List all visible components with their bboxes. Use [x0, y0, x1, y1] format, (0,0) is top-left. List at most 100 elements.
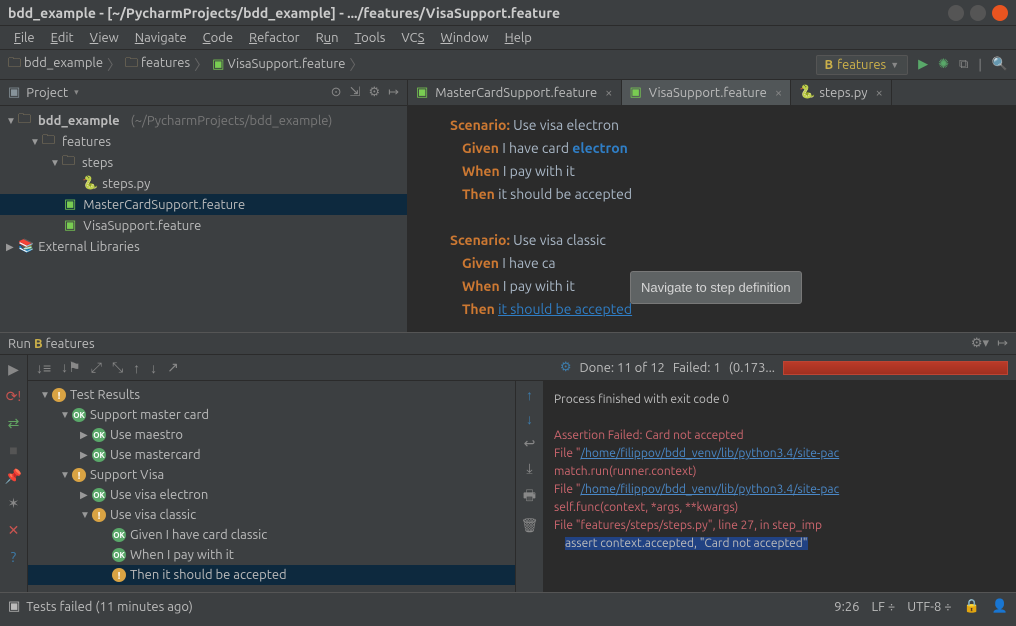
collapse-icon[interactable]: ⇲: [350, 85, 361, 100]
prev-icon[interactable]: ↑: [133, 360, 140, 376]
collapse-icon[interactable]: ⤡: [112, 359, 123, 376]
hide-icon[interactable]: ↦: [997, 336, 1008, 351]
close-button[interactable]: ✕: [8, 522, 20, 539]
coverage-button[interactable]: ⧉: [959, 57, 968, 72]
toggle-autotest-button[interactable]: ⇄: [8, 415, 20, 432]
ok-icon: OK: [72, 408, 86, 422]
menu-edit[interactable]: Edit: [45, 29, 80, 47]
test-suite-mc[interactable]: ▼OKSupport master card: [28, 405, 515, 425]
clear-icon[interactable]: 🗑: [521, 517, 539, 534]
line-separator[interactable]: LF ÷: [871, 600, 895, 614]
run-button[interactable]: ▶: [918, 57, 928, 72]
test-v1[interactable]: ▶OKUse visa electron: [28, 485, 515, 505]
bc-features[interactable]: 🗀features: [125, 54, 190, 76]
feature-icon: ▣: [630, 85, 642, 100]
file-link[interactable]: /home/filippov/bdd_venv/lib/python3.4/si…: [581, 447, 840, 460]
tab-mastercard[interactable]: ▣MasterCardSupport.feature×: [408, 80, 622, 105]
run-config-dropdown[interactable]: B features ▼: [816, 55, 909, 75]
rerun-failed-button[interactable]: ⟳!: [6, 388, 22, 405]
menu-file[interactable]: File: [8, 29, 41, 47]
test-mc1[interactable]: ▶OKUse maestro: [28, 425, 515, 445]
expand-icon[interactable]: ⤢: [91, 359, 102, 376]
feature-icon: ▣: [64, 218, 76, 233]
help-button[interactable]: ?: [11, 549, 16, 565]
gear-icon[interactable]: ⚙▾: [971, 336, 989, 351]
folder-icon: 🗀: [18, 110, 31, 132]
filter-icon[interactable]: ↓⚑: [61, 359, 81, 376]
menu-navigate[interactable]: Navigate: [129, 29, 193, 47]
tab-visa[interactable]: ▣VisaSupport.feature×: [622, 80, 792, 105]
ok-icon: OK: [92, 488, 106, 502]
sort-icon[interactable]: ↓≡: [36, 360, 51, 376]
menu-vcs[interactable]: VCS: [395, 29, 430, 47]
status-message: ▣ Tests failed (11 minutes ago): [8, 599, 834, 614]
tree-mastercard[interactable]: ▣MasterCardSupport.feature: [0, 194, 407, 215]
menu-code[interactable]: Code: [197, 29, 239, 47]
bc-file[interactable]: ▣VisaSupport.feature: [212, 57, 345, 72]
rerun-button[interactable]: ▶: [8, 361, 19, 378]
tree-steps[interactable]: ▼ 🗀steps: [0, 152, 407, 173]
next-icon[interactable]: ↓: [150, 360, 157, 376]
file-link[interactable]: /home/filippov/bdd_venv/lib/python3.4/si…: [581, 483, 840, 496]
stop-button[interactable]: ■: [9, 442, 17, 458]
chevron-down-icon: ▼: [6, 115, 18, 127]
test-suite-visa[interactable]: ▼!Support Visa: [28, 465, 515, 485]
run-body: ▶ ⟳! ⇄ ■ 📌 ✶ ✕ ? ↓≡ ↓⚑ ⤢ ⤡ ↑ ↓ ↗ ⚙ Done:…: [0, 355, 1016, 592]
editor-tabs: ▣MasterCardSupport.feature× ▣VisaSupport…: [408, 80, 1016, 106]
menu-tools[interactable]: Tools: [349, 29, 392, 47]
scroll-icon[interactable]: ⤓: [526, 460, 532, 477]
menu-refactor[interactable]: Refactor: [243, 29, 306, 47]
up-icon[interactable]: ↑: [526, 387, 533, 403]
test-step-3[interactable]: !Then it should be accepted: [28, 565, 515, 585]
settings-button[interactable]: ✶: [8, 495, 20, 512]
menu-window[interactable]: Window: [434, 29, 494, 47]
test-step-1[interactable]: OKGiven I have card classic: [28, 525, 515, 545]
test-step-2[interactable]: OKWhen I pay with it: [28, 545, 515, 565]
run-config-label: features: [837, 58, 886, 72]
debug-button[interactable]: ✺: [938, 57, 949, 72]
step-link[interactable]: it should be accepted: [498, 301, 632, 317]
down-icon[interactable]: ↓: [526, 411, 533, 427]
tree-root[interactable]: ▼ 🗀bdd_example (~/PycharmProjects/bdd_ex…: [0, 110, 407, 131]
hector-icon[interactable]: 👤: [992, 599, 1008, 614]
tab-steps[interactable]: 🐍steps.py×: [791, 80, 892, 105]
menu-run[interactable]: Run: [310, 29, 345, 47]
maximize-button[interactable]: [970, 5, 986, 21]
encoding[interactable]: UTF-8 ÷: [907, 600, 951, 614]
toolbar-right: ▶ ✺ ⧉ | 🔍: [908, 57, 1008, 72]
main-area: ▣ Project ▾ ⊙ ⇲ ⚙ ↦ ▼ 🗀bdd_example (~/Py…: [0, 80, 1016, 332]
tree-ext-libs[interactable]: ▶ 📚External Libraries: [0, 236, 407, 257]
tree-features[interactable]: ▼ 🗀features: [0, 131, 407, 152]
close-button[interactable]: [992, 5, 1008, 21]
lock-icon[interactable]: 🔒: [964, 599, 980, 614]
code-area[interactable]: Scenario: Use visa electron Given I have…: [408, 106, 1016, 332]
test-root[interactable]: ▼!Test Results: [28, 385, 515, 405]
close-icon[interactable]: ×: [775, 86, 782, 100]
search-button[interactable]: 🔍: [992, 57, 1008, 72]
close-icon[interactable]: ×: [876, 86, 883, 100]
print-icon[interactable]: 🖶: [523, 485, 536, 509]
bc-root[interactable]: 🗀bdd_example: [8, 54, 103, 76]
export-icon[interactable]: ↗: [167, 359, 179, 376]
test-mc2[interactable]: ▶OKUse mastercard: [28, 445, 515, 465]
pin-button[interactable]: 📌: [5, 468, 22, 485]
cursor-position[interactable]: 9:26: [834, 600, 859, 614]
tree-stepspy[interactable]: 🐍steps.py: [0, 173, 407, 194]
gear-icon[interactable]: ⚙: [368, 85, 380, 100]
close-icon[interactable]: ×: [605, 86, 612, 100]
menu-help[interactable]: Help: [499, 29, 538, 47]
chevron-down-icon: ▼: [60, 469, 72, 481]
console-line: Assertion Failed: Card not accepted: [554, 427, 1006, 445]
minimize-button[interactable]: [948, 5, 964, 21]
menu-view[interactable]: View: [84, 29, 125, 47]
tree-visa[interactable]: ▣VisaSupport.feature: [0, 215, 407, 236]
keyword-given: Given: [462, 140, 499, 156]
project-panel-header: ▣ Project ▾ ⊙ ⇲ ⚙ ↦: [0, 80, 407, 106]
console[interactable]: Process finished with exit code 0 Assert…: [544, 381, 1016, 592]
test-v2[interactable]: ▼!Use visa classic: [28, 505, 515, 525]
keyword-when: When: [462, 278, 500, 294]
project-panel-title[interactable]: ▣ Project ▾: [8, 85, 331, 100]
scroll-target-icon[interactable]: ⊙: [331, 85, 342, 100]
hide-icon[interactable]: ↦: [388, 85, 399, 100]
softwrap-icon[interactable]: ↩: [524, 435, 536, 452]
